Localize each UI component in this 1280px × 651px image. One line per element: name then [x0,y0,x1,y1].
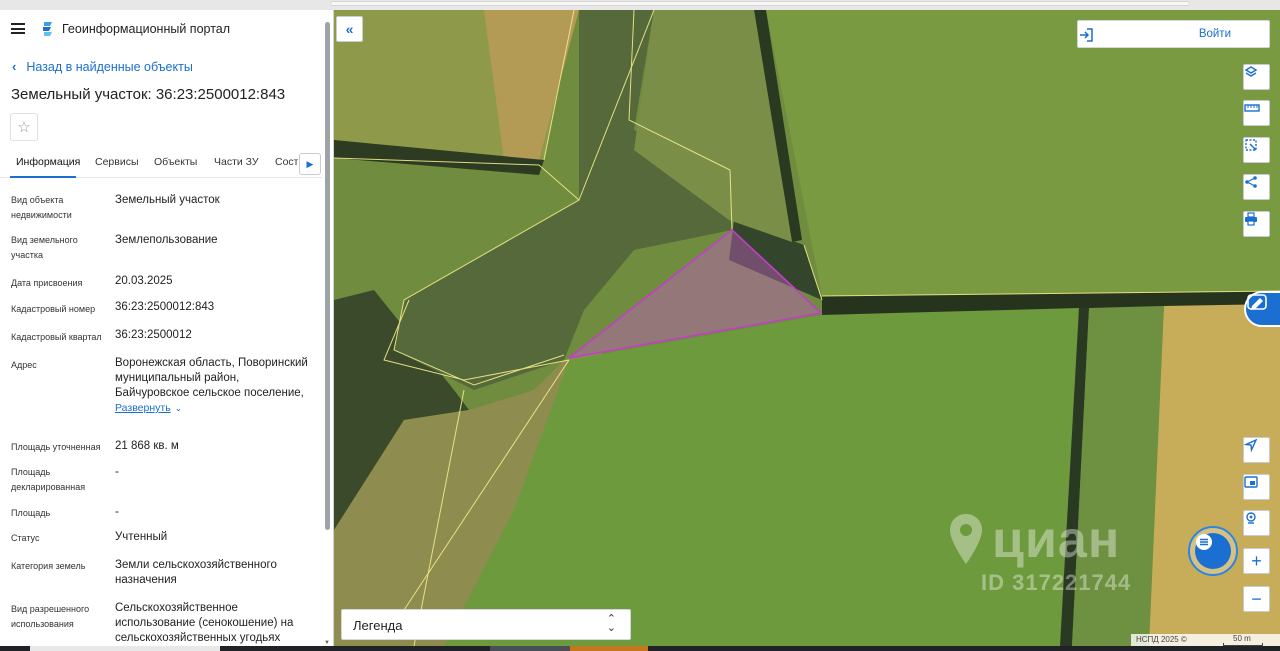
property-label: Кадастровый квартал [11,332,102,342]
back-link[interactable]: ‹ Назад в найденные объекты [12,59,193,74]
ruler-icon [1244,104,1260,112]
login-label: Войти [1198,28,1231,40]
feedback-tab[interactable] [1244,291,1280,327]
property-label: Площадь декларированная [11,467,86,492]
tab-services[interactable]: Сервисы [95,156,139,168]
property-value: 21 868 кв. м [115,440,179,452]
zoom-in-button[interactable]: + [1243,548,1270,574]
tabs-scroll-right-button[interactable]: ▶ [299,153,321,175]
map-attribution: НСПД 2025 © 50 m [1131,634,1280,646]
legend-select[interactable]: Легенда ⌃ ⌄ [341,609,631,640]
property-value: 36:23:2500012 [115,329,192,341]
chevron-down-icon: ⌄ [174,403,183,413]
layers-button[interactable] [1243,64,1270,90]
active-tab-indicator [10,176,76,178]
taskbar-item[interactable] [30,646,220,651]
double-chevron-left-icon: « [345,21,354,37]
geo-search-icon [1246,512,1256,524]
watermark-id: ID 317221744 [981,570,1132,595]
collapse-panel-button[interactable]: « [336,16,363,42]
address-text: Воронежская область, Поворинский муницип… [115,357,308,399]
minimap-icon [1244,476,1258,488]
cian-logo-icon [950,514,982,564]
print-icon [1245,212,1257,226]
taskbar-item[interactable] [490,646,570,651]
scrollbar-thumb[interactable] [325,22,330,530]
geo-search-button[interactable] [1243,510,1270,536]
zoom-out-button[interactable]: − [1243,586,1270,612]
taskbar [0,646,1280,651]
property-value: Землепользование [115,234,218,246]
share-icon [1245,176,1257,188]
zoom-out-icon: − [1251,589,1262,609]
property-label: Категория земель [11,561,86,571]
property-value: Воронежская область, Поворинский муницип… [115,356,315,416]
property-label: Дата присвоения [11,278,83,288]
tab-information[interactable]: Информация [16,156,80,168]
favorite-button[interactable]: ☆ [10,113,38,141]
property-value: - [115,466,119,478]
property-label: Вид земельного участка [11,235,78,260]
print-button[interactable] [1243,211,1270,237]
chevron-right-icon: ▶ [306,158,314,169]
portal-logo-icon [43,22,52,36]
property-value: 36:23:2500012:843 [115,301,215,313]
chevron-left-icon: ‹ [12,59,17,74]
login-button[interactable]: Войти [1077,20,1270,48]
menu-icon[interactable] [11,23,25,34]
watermark-brand: циан [992,511,1121,569]
tab-composition[interactable]: Соста [275,156,298,168]
legend-label: Легенда [353,618,403,633]
login-icon [1080,28,1093,42]
object-title: Земельный участок: 36:23:2500012:843 [11,86,286,103]
property-value: Сельскохозяйственное использование (сено… [115,602,294,644]
property-label: Площадь [11,508,51,518]
zoom-in-icon: + [1251,551,1262,571]
property-label: Вид объекта недвижимости [11,195,72,220]
star-icon: ☆ [17,119,31,136]
property-label: Вид разрешенного использования [11,604,90,629]
ruler-button[interactable] [1243,100,1270,126]
expand-address-link[interactable]: Развернуть ⌄ [115,401,315,416]
panel-header: Геоинформационный портал [0,10,333,48]
tab-bar: Информация Сервисы Объекты Части ЗУ Сост… [0,150,322,178]
share-button[interactable] [1243,174,1270,200]
watermark: циан ID 317221744 [944,500,1244,600]
property-label: Кадастровый номер [11,304,96,314]
app-root: Геоинформационный портал ‹ Назад в найде… [0,0,1280,651]
property-value: - [115,506,119,518]
info-panel: Геоинформационный портал ‹ Назад в найде… [0,10,334,646]
layers-icon [1244,66,1258,77]
locate-icon [1244,438,1258,452]
portal-title: Геоинформационный портал [62,22,231,36]
property-label: Площадь уточненная [11,442,101,452]
horizontal-scrollbar[interactable] [330,1,1190,6]
property-value: Учтенный [115,531,168,543]
feedback-icon [1247,294,1267,310]
attribution-text: НСПД 2025 © [1136,635,1187,644]
property-label: Статус [11,533,40,543]
map-view[interactable]: « Войти + − циан ID 317221744 Легенда ⌃ … [334,10,1280,646]
tabs-viewport: Информация Сервисы Объекты Части ЗУ Сост… [0,150,298,178]
field-area [766,10,1280,296]
back-link-label: Назад в найденные объекты [26,59,193,74]
browser-top-strip [0,0,1280,10]
property-label: Адрес [11,360,37,370]
updown-chevron-icon: ⌃ ⌄ [606,613,616,634]
taskbar-item[interactable] [570,646,648,651]
select-area-button[interactable] [1243,137,1270,163]
tab-objects[interactable]: Объекты [154,156,197,168]
minimap-button[interactable] [1243,474,1270,500]
property-value: Земельный участок [115,194,220,206]
property-value: 20.03.2025 [115,275,173,287]
scale-label: 50 m [1233,634,1251,643]
tab-parts[interactable]: Части ЗУ [214,156,259,168]
panel-scrollbar[interactable]: ▼ [324,20,331,646]
expand-label: Развернуть [115,402,171,414]
property-value: Земли сельскохозяйственного назначения [115,559,277,586]
locate-button[interactable] [1243,437,1270,463]
select-area-icon [1245,139,1257,151]
